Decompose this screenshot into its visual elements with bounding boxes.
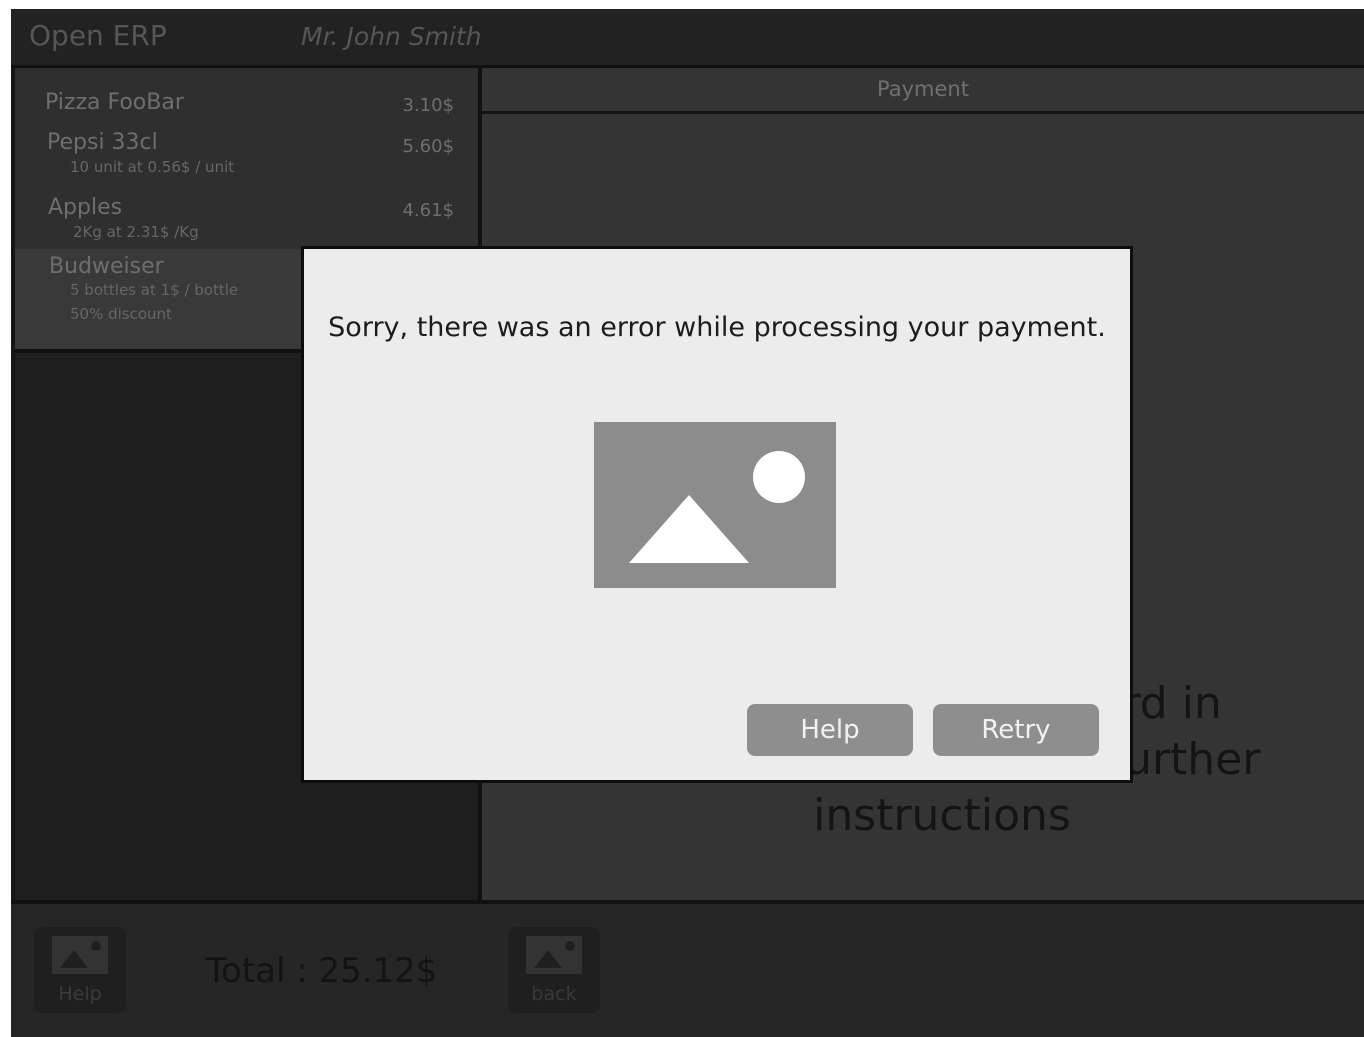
item-name: Budweiser <box>49 254 164 279</box>
order-item-pepsi[interactable]: Pepsi 33cl 5.60$ 10 unit at 0.56$ / unit <box>15 128 478 188</box>
user-name: Mr. John Smith <box>301 22 482 51</box>
footer-back-button[interactable]: back <box>508 927 600 1013</box>
footer-back-label: back <box>531 983 577 1005</box>
item-detail: 10 unit at 0.56$ / unit <box>70 158 235 176</box>
item-detail: 50% discount <box>70 305 172 323</box>
payment-error-dialog: Sorry, there was an error while processi… <box>301 246 1133 783</box>
image-placeholder-graphic <box>629 451 805 563</box>
image-icon <box>526 936 582 974</box>
help-button[interactable]: Help <box>747 704 913 756</box>
image-placeholder-icon <box>594 422 836 588</box>
item-price: 5.60$ <box>402 136 454 157</box>
top-bar: Open ERP Mr. John Smith <box>11 9 1364 68</box>
order-item-apples[interactable]: Apples 4.61$ 2Kg at 2.31$ /Kg <box>15 188 478 248</box>
order-item-pizza-foobar[interactable]: Pizza FooBar 3.10$ <box>15 68 478 116</box>
app-title: Open ERP <box>29 19 167 52</box>
payment-header: Payment <box>482 68 1364 114</box>
order-total: Total : 25.12$ <box>206 951 438 991</box>
retry-button[interactable]: Retry <box>933 704 1099 756</box>
item-price: 4.61$ <box>402 200 454 221</box>
item-name: Apples <box>48 195 123 220</box>
item-name: Pizza FooBar <box>45 90 184 115</box>
footer-help-label: Help <box>58 983 102 1005</box>
item-detail: 5 bottles at 1$ / bottle <box>70 281 239 299</box>
instruction-line: instructions <box>813 790 1071 841</box>
error-message: Sorry, there was an error while processi… <box>328 312 1106 343</box>
item-detail: 2Kg at 2.31$ /Kg <box>73 223 199 241</box>
footer-help-button[interactable]: Help <box>34 927 126 1013</box>
item-name: Pepsi 33cl <box>47 130 158 155</box>
image-icon <box>52 936 108 974</box>
footer: Help Total : 25.12$ back <box>11 900 1364 1037</box>
item-price: 3.10$ <box>402 95 454 116</box>
